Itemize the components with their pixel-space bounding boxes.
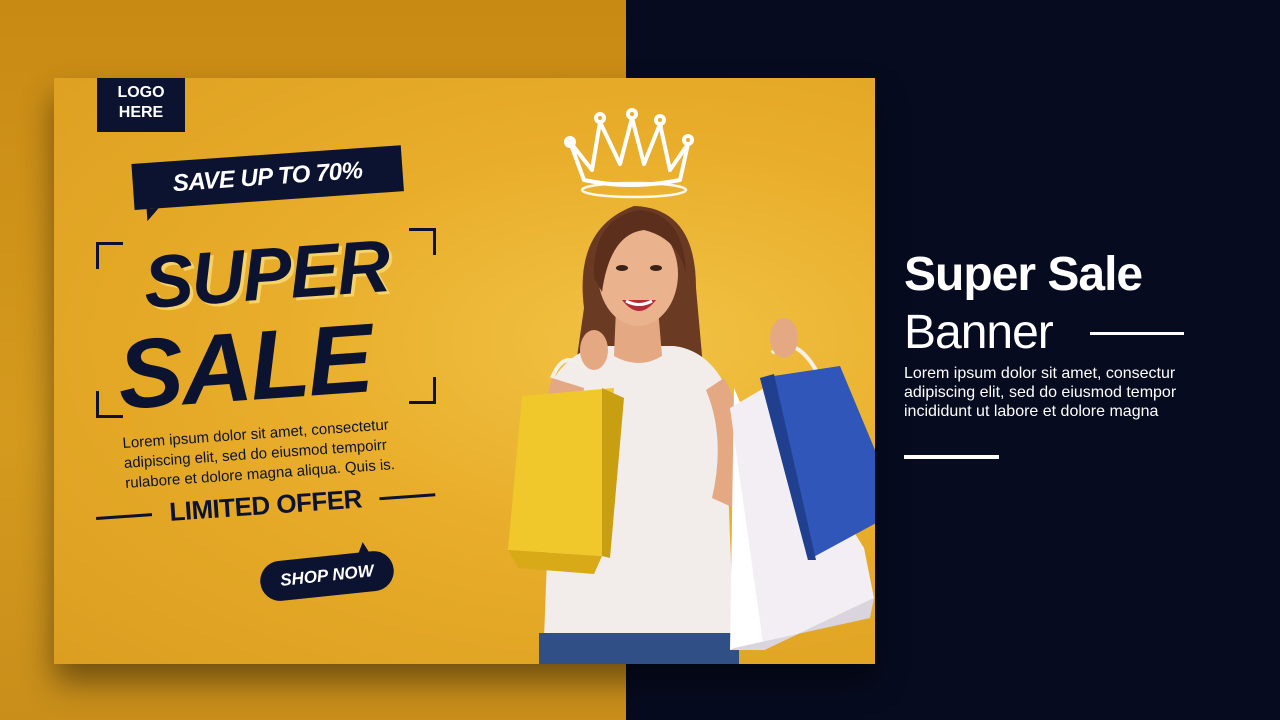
side-divider-1 — [1090, 332, 1184, 335]
logo-line-1: LOGO — [117, 84, 165, 101]
save-tag: SAVE UP TO 70% — [131, 145, 404, 210]
side-subtitle: Banner — [904, 306, 1054, 359]
side-title: Super Sale — [904, 248, 1143, 301]
headline-sale: SALE — [114, 302, 375, 430]
crown-icon — [564, 108, 694, 199]
limited-line-left — [96, 513, 153, 520]
save-tag-text: SAVE UP TO 70% — [171, 156, 364, 198]
logo-line-2: HERE — [118, 104, 164, 121]
logo-placeholder: LOGO HERE — [97, 78, 185, 132]
frame-corner-bottom-right — [409, 377, 436, 404]
sale-banner: LOGO HERE SAVE UP TO 70% SUPER SALE Lore… — [54, 78, 875, 664]
shop-now-button[interactable]: SHOP NOW — [258, 549, 396, 603]
side-description: Lorem ipsum dolor sit amet, consectur ad… — [904, 365, 1177, 420]
frame-corner-top-left — [96, 242, 123, 269]
woman-with-shopping-bags-photo — [508, 108, 875, 664]
limited-line-right — [379, 493, 436, 501]
side-divider-2 — [904, 455, 999, 459]
frame-corner-top-right — [409, 228, 436, 255]
